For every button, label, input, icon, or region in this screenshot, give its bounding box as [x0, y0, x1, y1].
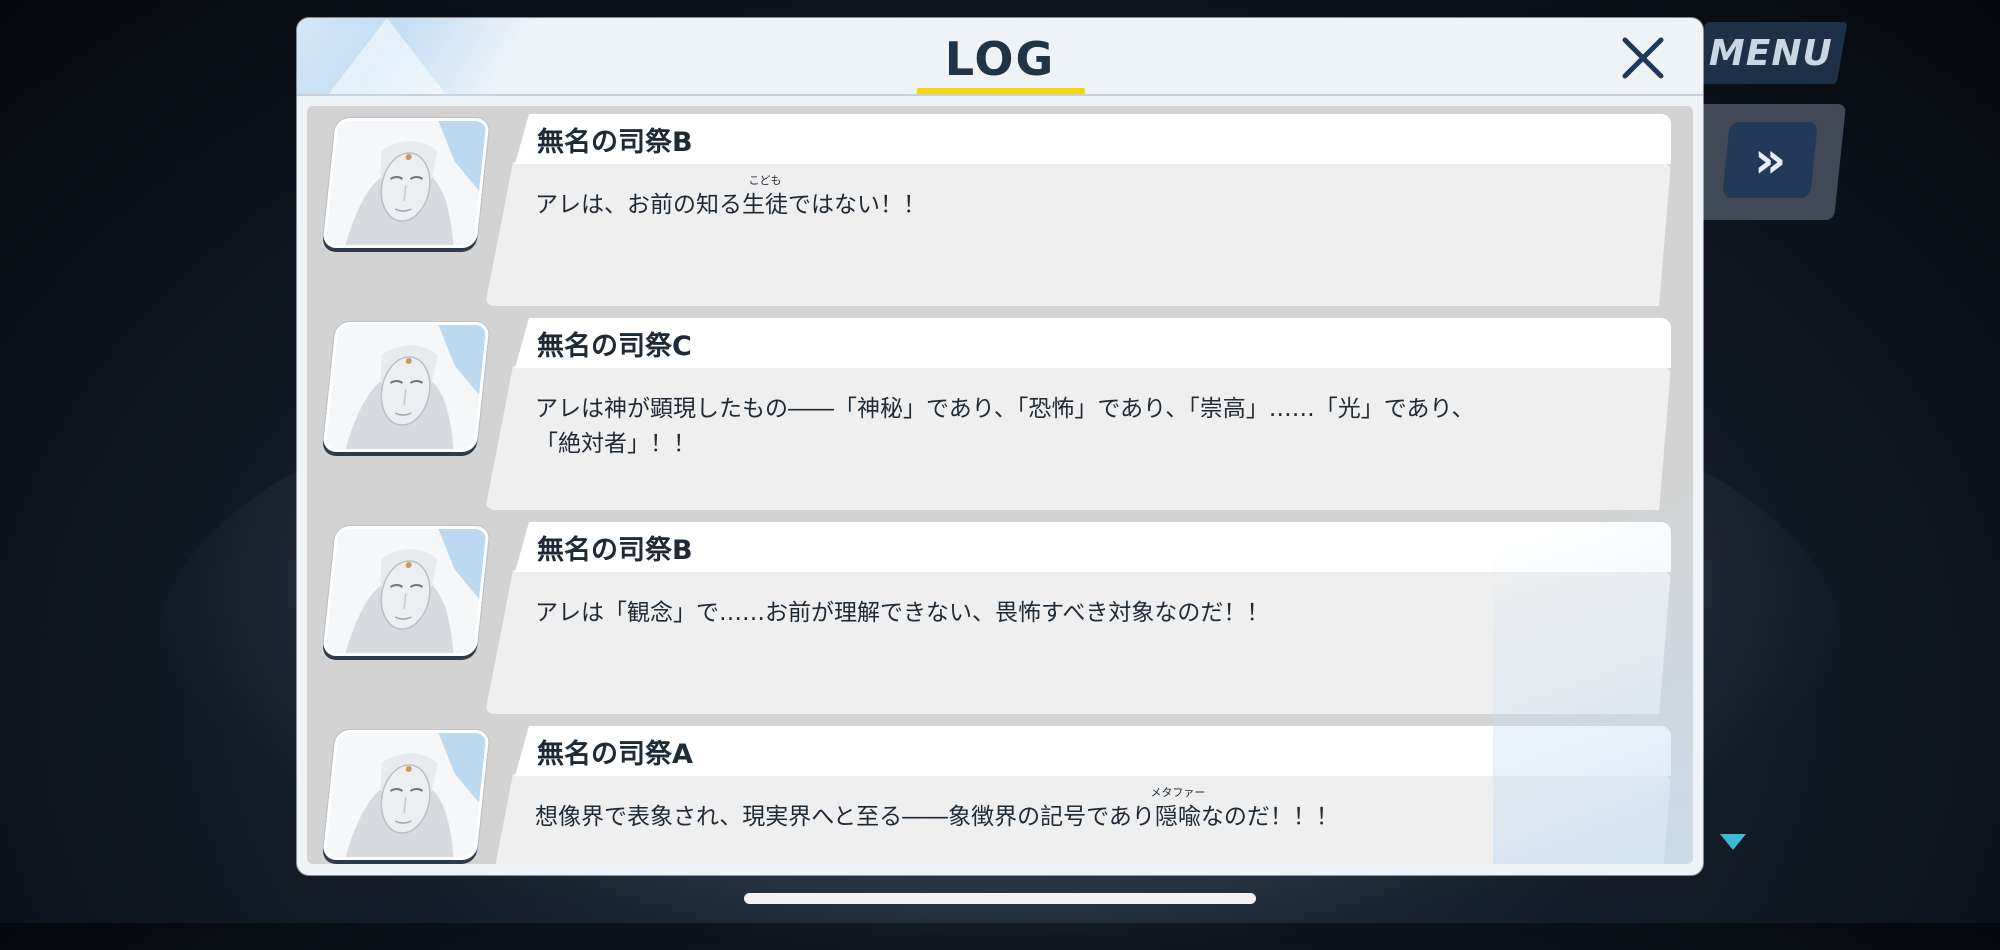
dialogue-line: アレは、お前の知る こども生徒ではない！！	[535, 175, 926, 218]
masked-priest-avatar-icon	[322, 118, 490, 248]
speaker-name: 無名の司祭B	[537, 535, 693, 566]
speaker-avatar[interactable]	[322, 526, 490, 656]
ruby-base: 生徒	[742, 192, 788, 218]
ruby-annotation: メタファー	[1150, 786, 1206, 799]
menu-label: MENU	[1709, 32, 1833, 74]
dialogue-text: ではない！！	[788, 192, 926, 218]
dialogue-text: 想像界で表象され、現実界へと至る――象徴界の記号であり	[535, 804, 1155, 830]
ruby-annotation: こども	[748, 174, 782, 187]
speaker-name: 無名の司祭B	[537, 127, 693, 158]
menu-button[interactable]: MENU	[1694, 22, 1848, 84]
home-indicator[interactable]	[744, 893, 1256, 904]
speaker-name: 無名の司祭C	[537, 331, 692, 362]
log-list[interactable]: 無名の司祭B アレは、お前の知る こども 生徒ではない！！ 無名の司祭C アレは…	[307, 106, 1693, 864]
log-entry: 無名の司祭B アレは	[307, 106, 1693, 306]
dialogue-line: アレは神が顕現したもの――「神秘」であり、「恐怖」であり、「崇高」……「光」であ…	[535, 396, 1475, 422]
dialogue-text: なのだ！！！	[1200, 804, 1339, 830]
masked-priest-avatar-icon	[322, 730, 490, 860]
dialogue-line: 「絶対者」！！	[535, 431, 696, 457]
dialogue-text: アレは、お前の知る	[535, 192, 742, 218]
log-entry: 無名の司祭C アレは神が顕現したもの――「神秘」であり、「恐怖」であり、「崇高」…	[307, 310, 1693, 510]
dialogue-box	[485, 570, 1671, 714]
dialogue-box	[485, 162, 1671, 306]
speaker-avatar[interactable]	[322, 322, 490, 452]
log-title: LOG	[944, 32, 1056, 86]
dialogue-line: アレは「観念」で……お前が理解できない、畏怖すべき対象なのだ！！	[535, 600, 1270, 626]
fast-forward-icon: »	[1753, 131, 1787, 189]
dialogue-line: 想像界で表象され、現実界へと至る――象徴界の記号であり メタファー 隠喩なのだ！！！	[535, 787, 1339, 830]
masked-priest-avatar-icon	[322, 526, 490, 656]
close-button[interactable]	[1615, 30, 1671, 86]
log-entry: 無名の司祭B アレは	[307, 514, 1693, 714]
ruby-base: 隠喩	[1154, 804, 1201, 830]
log-window: LOG 無名の司祭B アレは、お前の知る こども 生徒ではない！！ 無名の司祭C…	[297, 18, 1703, 875]
speaker-avatar[interactable]	[322, 730, 490, 860]
ruby-text: メタファー 隠喩	[1150, 787, 1205, 830]
ruby-text: こども 生徒	[742, 175, 788, 218]
log-entry: 無名の司祭A 想像界で表象され、現実界へと至る――象徴界の記号であり メタファー…	[307, 718, 1693, 864]
fast-forward-button[interactable]: »	[1722, 122, 1818, 198]
header-divider	[297, 94, 1703, 96]
close-icon	[1622, 37, 1664, 79]
masked-priest-avatar-icon	[322, 322, 490, 452]
speaker-name: 無名の司祭A	[537, 739, 693, 770]
triangle-down-icon	[1720, 834, 1746, 850]
speaker-avatar[interactable]	[322, 118, 490, 248]
